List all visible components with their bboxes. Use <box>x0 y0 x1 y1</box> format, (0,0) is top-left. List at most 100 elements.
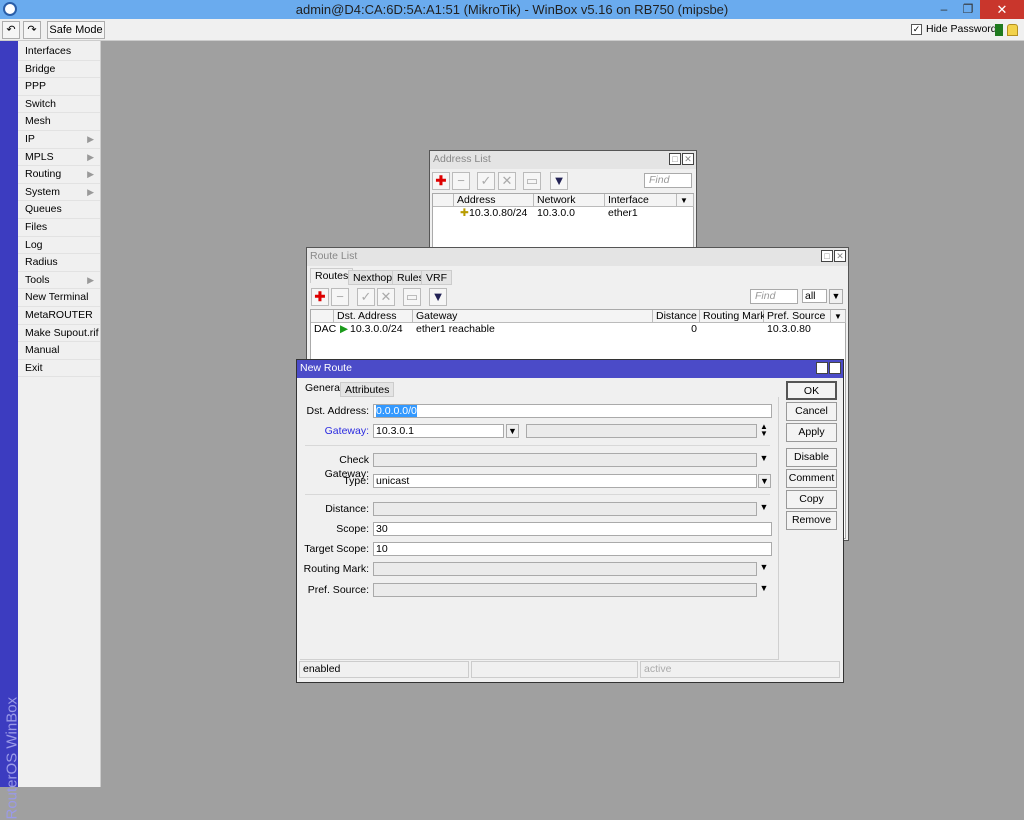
sidebar-item-interfaces[interactable]: Interfaces <box>18 43 100 61</box>
type-select[interactable]: unicast <box>373 474 757 488</box>
pref-source-dropdown-icon[interactable]: ▼ <box>759 583 769 593</box>
type-dropdown-icon[interactable]: ▼ <box>758 474 771 488</box>
new-route-dialog: New Route □ ✕ General Attributes Dst. Add… <box>296 359 844 683</box>
sidebar-item-ip[interactable]: IP ▶ <box>18 131 100 149</box>
disable-button[interactable]: Disable <box>786 448 837 467</box>
column-header-address[interactable]: Address <box>454 194 534 207</box>
routing-mark-label: Routing Mark: <box>303 563 369 575</box>
enable-icon[interactable]: ✓ <box>357 288 375 306</box>
maximize-button[interactable]: □ <box>816 362 828 374</box>
sidebar-item-label: IP <box>25 133 35 145</box>
sidebar-item-files[interactable]: Files <box>18 219 100 237</box>
tab-vrf[interactable]: VRF <box>421 270 452 285</box>
sidebar-item-switch[interactable]: Switch <box>18 96 100 114</box>
maximize-button[interactable]: □ <box>821 250 833 262</box>
distance-dropdown-icon[interactable]: ▼ <box>759 502 769 512</box>
find-input[interactable]: Find <box>750 289 798 304</box>
restore-button[interactable]: ❐ <box>956 0 980 19</box>
gateway-secondary-input[interactable] <box>526 424 757 438</box>
disable-icon[interactable]: ✕ <box>498 172 516 190</box>
close-button[interactable]: ✕ <box>980 0 1024 19</box>
type-label: Type: <box>343 475 369 487</box>
scope-input[interactable]: 30 <box>373 522 772 536</box>
sidebar-item-mesh[interactable]: Mesh <box>18 113 100 131</box>
scope-label: Scope: <box>336 523 369 535</box>
distance-input[interactable] <box>373 502 757 516</box>
column-header-pref-source[interactable]: Pref. Source <box>764 310 831 323</box>
status-active: active <box>640 661 840 678</box>
filter-icon[interactable]: ▼ <box>550 172 568 190</box>
ok-button[interactable]: OK <box>786 381 837 400</box>
apply-button[interactable]: Apply <box>786 423 837 442</box>
gateway-dropdown-icon[interactable]: ▼ <box>506 424 519 438</box>
remove-icon[interactable]: − <box>452 172 470 190</box>
address-list-titlebar[interactable]: Address List □ ✕ <box>430 151 696 169</box>
sidebar-item-queues[interactable]: Queues <box>18 201 100 219</box>
sidebar-item-make-supout-rif[interactable]: Make Supout.rif <box>18 325 100 343</box>
winbox-app-icon[interactable] <box>3 2 17 16</box>
column-header-interface[interactable]: Interface <box>605 194 677 207</box>
find-input[interactable]: Find <box>644 173 692 188</box>
add-remove-gateway-icon[interactable]: ▲ ▼ <box>759 423 769 438</box>
remove-button[interactable]: Remove <box>786 511 837 530</box>
comment-button[interactable]: Comment <box>786 469 837 488</box>
routing-mark-input[interactable] <box>373 562 757 576</box>
column-chooser-icon[interactable]: ▼ <box>831 310 846 323</box>
gateway-label: Gateway: <box>324 425 369 437</box>
filter-select[interactable]: all <box>802 289 827 303</box>
undo-button[interactable]: ↶ <box>2 21 20 39</box>
close-button[interactable]: ✕ <box>829 362 841 374</box>
dst-address-input[interactable]: 0.0.0.0/0 <box>373 404 772 418</box>
flags-cell: DAC <box>314 323 337 335</box>
sidebar-item-system[interactable]: System ▶ <box>18 184 100 202</box>
address-table: Address Network Interface ▼ ✚ 10.3.0.80/… <box>432 193 694 249</box>
add-icon[interactable]: ✚ <box>432 172 450 190</box>
column-header-gateway[interactable]: Gateway <box>413 310 653 323</box>
route-list-titlebar[interactable]: Route List □ ✕ <box>307 248 848 266</box>
tab-routes[interactable]: Routes <box>310 268 354 283</box>
safe-mode-button[interactable]: Safe Mode <box>47 21 105 39</box>
filter-icon[interactable]: ▼ <box>429 288 447 306</box>
gateway-input[interactable]: 10.3.0.1 <box>373 424 504 438</box>
maximize-button[interactable]: □ <box>669 153 681 165</box>
new-route-titlebar[interactable]: New Route □ ✕ <box>297 360 843 378</box>
check-gateway-dropdown-icon[interactable]: ▼ <box>759 453 769 463</box>
sidebar-item-manual[interactable]: Manual <box>18 342 100 360</box>
enable-icon[interactable]: ✓ <box>477 172 495 190</box>
close-button[interactable]: ✕ <box>834 250 846 262</box>
routing-mark-cell <box>700 323 703 336</box>
sidebar-item-metarouter[interactable]: MetaROUTER <box>18 307 100 325</box>
column-chooser-icon[interactable]: ▼ <box>677 194 694 207</box>
check-gateway-input[interactable] <box>373 453 757 467</box>
minimize-button[interactable]: – <box>932 0 956 19</box>
filter-dropdown-icon[interactable]: ▼ <box>829 289 843 304</box>
comment-icon[interactable]: ▭ <box>403 288 421 306</box>
disable-icon[interactable]: ✕ <box>377 288 395 306</box>
pref-source-input[interactable] <box>373 583 757 597</box>
sidebar-item-routing[interactable]: Routing ▶ <box>18 166 100 184</box>
column-header-routing-mark[interactable]: Routing Mark <box>700 310 765 323</box>
sidebar-item-new-terminal[interactable]: New Terminal <box>18 289 100 307</box>
target-scope-input[interactable]: 10 <box>373 542 772 556</box>
add-icon[interactable]: ✚ <box>311 288 329 306</box>
sidebar-item-radius[interactable]: Radius <box>18 254 100 272</box>
sidebar-item-bridge[interactable]: Bridge <box>18 61 100 79</box>
sidebar-item-mpls[interactable]: MPLS ▶ <box>18 149 100 167</box>
sidebar-item-ppp[interactable]: PPP <box>18 78 100 96</box>
hide-passwords-checkbox[interactable]: ✓ <box>911 24 922 35</box>
comment-icon[interactable]: ▭ <box>523 172 541 190</box>
column-header-network[interactable]: Network <box>534 194 605 207</box>
redo-button[interactable]: ↷ <box>23 21 41 39</box>
cancel-button[interactable]: Cancel <box>786 402 837 421</box>
column-header-dst-address[interactable]: Dst. Address <box>334 310 413 323</box>
sidebar-item-exit[interactable]: Exit <box>18 360 100 378</box>
remove-icon[interactable]: − <box>331 288 349 306</box>
sidebar-item-log[interactable]: Log <box>18 237 100 255</box>
sidebar-item-tools[interactable]: Tools ▶ <box>18 272 100 290</box>
column-header-distance[interactable]: Distance <box>653 310 700 323</box>
routing-mark-dropdown-icon[interactable]: ▼ <box>759 562 769 572</box>
close-button[interactable]: ✕ <box>682 153 694 165</box>
tab-attributes[interactable]: Attributes <box>340 382 395 397</box>
copy-button[interactable]: Copy <box>786 490 837 509</box>
submenu-arrow-icon: ▶ <box>87 186 94 197</box>
